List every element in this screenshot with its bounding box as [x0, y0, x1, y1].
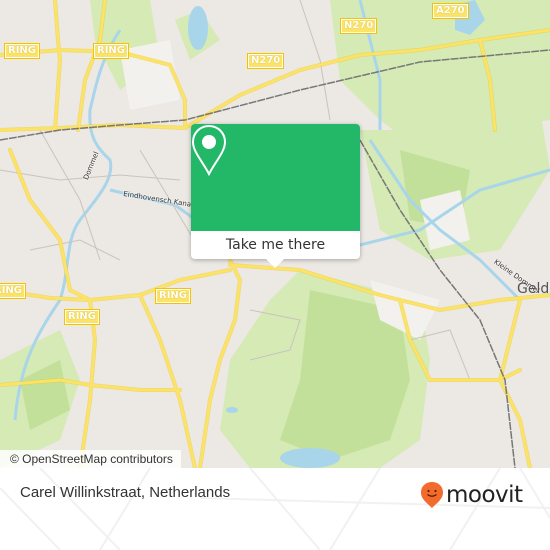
moovit-logo[interactable]: moovit: [420, 481, 523, 509]
moovit-smiley-pin-icon: [421, 482, 443, 508]
road-label-ring: RING: [64, 309, 100, 325]
address-label: Carel Willinkstraat, Netherlands: [20, 484, 231, 501]
footer-bar: Carel Willinkstraat, Netherlands moovit: [0, 468, 550, 550]
popup-header: [191, 124, 360, 231]
popup-pointer: [266, 259, 284, 268]
road-label-a270: A270: [432, 3, 469, 19]
road-label-n270: N270: [340, 18, 378, 34]
location-popup: Take me there: [191, 124, 360, 268]
brand-name: moovit: [446, 482, 523, 508]
road-label-ring: RING: [155, 288, 191, 304]
road-label-n270: N270: [247, 53, 285, 69]
road-label-ring: RING: [0, 283, 26, 299]
map-pin-icon: [191, 124, 227, 176]
road-label-ring: RING: [4, 43, 40, 59]
take-me-there-button[interactable]: Take me there: [191, 231, 360, 259]
map-view[interactable]: RING RING RING RING RING N270 N270 A270 …: [0, 0, 550, 468]
map-attribution[interactable]: © OpenStreetMap contributors: [0, 450, 181, 468]
town-label-geldrop: Geldr: [517, 281, 550, 297]
road-label-ring: RING: [93, 43, 129, 59]
